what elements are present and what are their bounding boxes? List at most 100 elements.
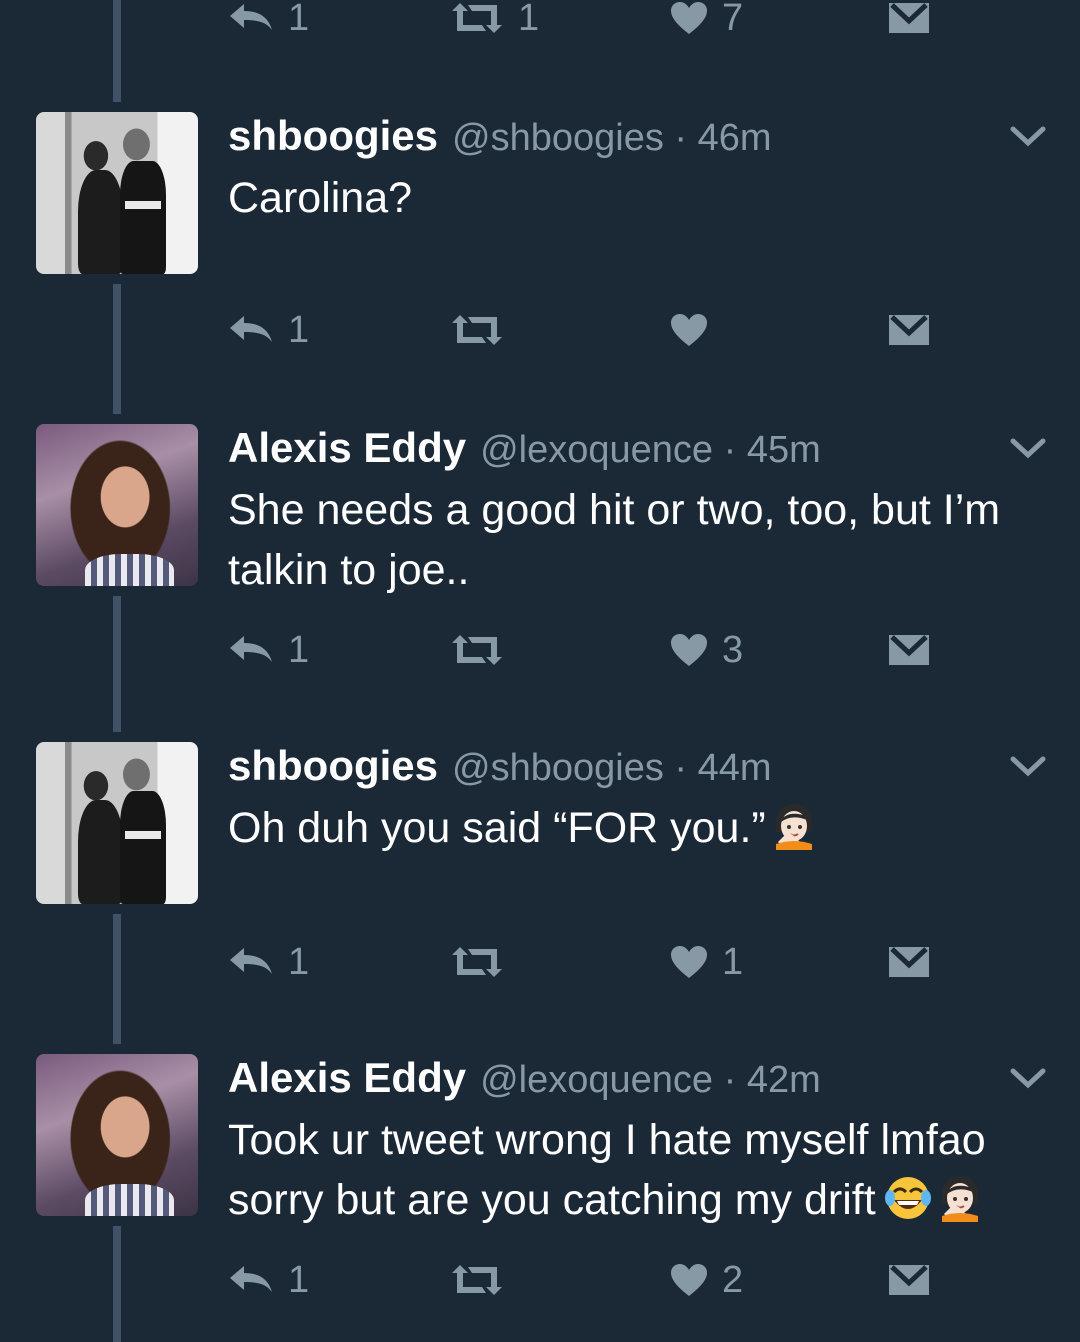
reply-icon [228, 634, 274, 666]
tweet-header: Alexis Eddy @lexoquence · 45m [228, 424, 821, 472]
direct-message-button[interactable] [888, 932, 930, 992]
separator: · [674, 117, 688, 159]
direct-message-button[interactable] [888, 0, 930, 48]
tweet-header: shboogies @shboogies · 46m [228, 112, 772, 160]
thread-line [113, 914, 121, 1044]
retweet-icon [450, 1263, 504, 1297]
tweet[interactable]: shboogies @shboogies · 46m Carolina? [0, 112, 1080, 292]
retweet-button[interactable]: 1 [450, 0, 539, 48]
handle-and-time: @shboogies · 44m [452, 747, 772, 790]
face-palm-emoji [940, 1174, 980, 1238]
retweet-count: 1 [518, 0, 540, 39]
tweet-actions: 1 [228, 300, 948, 360]
tweet-text-line: Oh duh you said “FOR you.” [228, 804, 766, 852]
retweet-button[interactable] [450, 620, 518, 680]
reply-icon [228, 1264, 274, 1296]
handle-and-time: @lexoquence · 42m [480, 1059, 821, 1102]
reply-button[interactable]: 1 [228, 932, 309, 992]
like-button[interactable]: 1 [670, 932, 743, 992]
handle[interactable]: @lexoquence [480, 429, 713, 471]
retweet-icon [450, 633, 504, 667]
display-name[interactable]: shboogies [228, 742, 438, 790]
chevron-down-icon[interactable] [1010, 438, 1046, 465]
thread-line [113, 284, 121, 414]
tweet-actions: 1 2 [228, 1250, 948, 1310]
separator: · [674, 747, 688, 789]
like-count: 3 [722, 628, 744, 671]
thread-line [113, 0, 121, 102]
handle[interactable]: @shboogies [452, 747, 664, 789]
handle-and-time: @lexoquence · 45m [480, 429, 821, 472]
reply-button[interactable]: 1 [228, 0, 309, 48]
envelope-icon [888, 945, 930, 979]
tweet-header: shboogies @shboogies · 44m [228, 742, 772, 790]
tweet-text-line: sorry but are you catching my drift [228, 1176, 876, 1224]
tears-of-joy-emoji [884, 1174, 932, 1238]
tweet-text-line: Carolina? [228, 174, 413, 222]
heart-icon [670, 1, 708, 35]
tweet-actions: 1 3 [228, 620, 948, 680]
reply-button[interactable]: 1 [228, 300, 309, 360]
reply-count: 1 [288, 628, 310, 671]
avatar[interactable] [36, 424, 198, 586]
reply-count: 1 [288, 1258, 310, 1301]
envelope-icon [888, 633, 930, 667]
tweet-actions: 1 1 7 [228, 0, 948, 48]
thread-line [113, 1226, 121, 1342]
chevron-down-icon[interactable] [1010, 1068, 1046, 1095]
like-button[interactable] [670, 300, 722, 360]
avatar[interactable] [36, 1054, 198, 1216]
timestamp: 46m [697, 117, 772, 159]
chevron-down-icon[interactable] [1010, 126, 1046, 153]
avatar[interactable] [36, 742, 198, 904]
display-name[interactable]: shboogies [228, 112, 438, 160]
reply-count: 1 [288, 0, 310, 39]
heart-icon [670, 313, 708, 347]
reply-count: 1 [288, 308, 310, 351]
retweet-icon [450, 945, 504, 979]
direct-message-button[interactable] [888, 1250, 930, 1310]
tweet[interactable]: Alexis Eddy @lexoquence · 42m Took ur tw… [0, 1054, 1080, 1234]
reply-icon [228, 2, 274, 34]
display-name[interactable]: Alexis Eddy [228, 1054, 466, 1102]
retweet-button[interactable] [450, 1250, 518, 1310]
reply-icon [228, 946, 274, 978]
face-palm-emoji [774, 802, 814, 866]
timestamp: 42m [746, 1059, 821, 1101]
tweet-text: Oh duh you said “FOR you.” [228, 798, 1048, 866]
heart-icon [670, 633, 708, 667]
direct-message-button[interactable] [888, 620, 930, 680]
like-button[interactable]: 3 [670, 620, 743, 680]
tweet-text-line: Took ur tweet wrong I hate myself lmfao [228, 1116, 986, 1164]
heart-icon [670, 945, 708, 979]
retweet-button[interactable] [450, 932, 518, 992]
reply-button[interactable]: 1 [228, 620, 309, 680]
tweet-text: She needs a good hit or two, too, but I’… [228, 480, 1048, 600]
handle-and-time: @shboogies · 46m [452, 117, 772, 160]
tweet-text-line: She needs a good hit or two, too, but I’… [228, 486, 1001, 534]
display-name[interactable]: Alexis Eddy [228, 424, 466, 472]
retweet-icon [450, 313, 504, 347]
tweet[interactable]: Alexis Eddy @lexoquence · 45m She needs … [0, 424, 1080, 604]
handle[interactable]: @shboogies [452, 117, 664, 159]
like-count: 1 [722, 940, 744, 983]
chevron-down-icon[interactable] [1010, 756, 1046, 783]
separator: · [723, 1059, 737, 1101]
reply-icon [228, 314, 274, 346]
tweet[interactable]: shboogies @shboogies · 44m Oh duh you sa… [0, 742, 1080, 922]
avatar[interactable] [36, 112, 198, 274]
reply-button[interactable]: 1 [228, 1250, 309, 1310]
tweet-text-line: talkin to joe.. [228, 546, 470, 594]
separator: · [723, 429, 737, 471]
retweet-icon [450, 1, 504, 35]
timestamp: 45m [746, 429, 821, 471]
retweet-button[interactable] [450, 300, 518, 360]
envelope-icon [888, 313, 930, 347]
like-button[interactable]: 7 [670, 0, 743, 48]
handle[interactable]: @lexoquence [480, 1059, 713, 1101]
like-button[interactable]: 2 [670, 1250, 743, 1310]
timestamp: 44m [697, 747, 772, 789]
thread-line [113, 596, 121, 732]
heart-icon [670, 1263, 708, 1297]
direct-message-button[interactable] [888, 300, 930, 360]
